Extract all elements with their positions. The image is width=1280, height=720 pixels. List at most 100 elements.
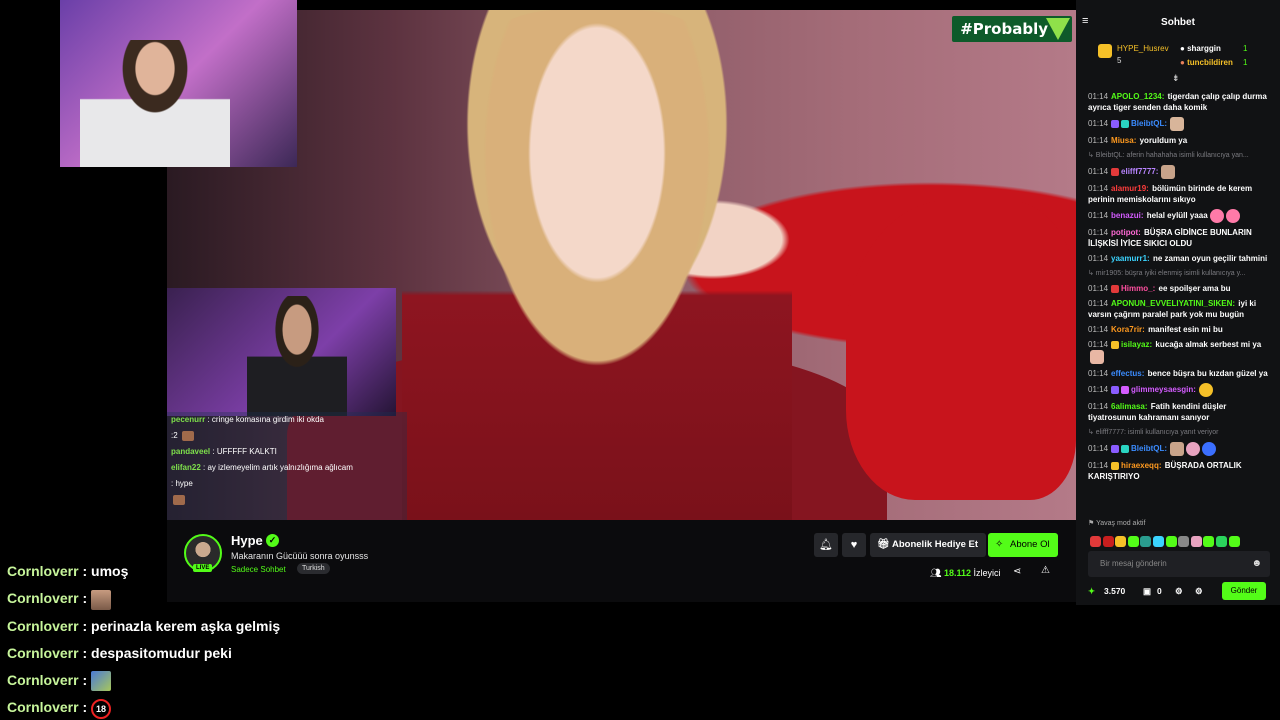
subscriber-badge-icon [1111,340,1120,349]
chat-settings-icon[interactable]: ⚙ [1195,586,1203,597]
send-button[interactable]: Gönder [1222,582,1266,600]
video-chat-line: pecenurr : cringe komasına girdim iki ok… [171,415,324,424]
viewers-icon: 👥︎ [930,568,942,578]
emote-icon [181,430,194,441]
points-icon[interactable]: ✦ [1088,586,1095,597]
chat-message: 01:14 yaamurr1: ne zaman oyun geçilir tah… [1088,254,1268,263]
subscriber-badge-icon [1111,284,1120,293]
emoji-icon[interactable]: ☻ [1251,551,1262,577]
chat-message: 01:14 alamur19: bölümün birinde de kerem … [1088,184,1253,204]
verified-icon: ✓ [266,534,279,547]
language-tag[interactable]: Turkish [297,563,330,574]
overlay-chat-line: Cornloverr : umoş [7,563,129,579]
webcam-person [80,40,230,167]
emote-icon [1170,117,1185,131]
emote-icon [1178,536,1190,548]
chat-reply-notice: ↳ BleibtQL: aferin hahahaha isimli kulla… [1088,152,1249,159]
gift-icon: 🎁︎ [877,539,890,550]
emote-icon [1090,536,1101,548]
emote-icon [1186,442,1201,456]
chat-reply-notice: ↳ elifff7777: isimli kullanıcıya yanıt v… [1088,429,1219,436]
chat-messages: 01:14 APOLO_1234: tigerdan çalıp çalıp du… [1076,90,1280,485]
subscriber-badge-icon [1111,168,1120,176]
chat-message: 01:14 effectus: bence büşra bu kızdan güz… [1088,369,1268,378]
settings-gear-icon[interactable]: ⚙ [1175,586,1183,597]
emote-icon [1225,209,1240,223]
emote-icon [1203,536,1215,548]
star-icon: ✧ [995,539,1004,550]
emote-icon [1102,536,1114,548]
age-restriction-icon: 18 [91,698,112,719]
subscriber-badge-icon [1111,120,1120,128]
chat-message: 01:14 BleibtQL: [1076,441,1280,459]
chat-message: 01:14 APONUN_EVVELIYATINI_SIKEN: iyi ki v… [1088,299,1257,319]
points-count: 3.570 [1104,586,1126,596]
streamer-name[interactable]: Hype [231,533,263,548]
subscribe-button[interactable]: ✧ Abone Ol [988,533,1058,557]
gifter-badge-icon [1121,386,1130,394]
chat-message: 01:14 potipot: BÜŞRA GİDİNCE BUNLARIN İLİ… [1088,228,1252,248]
emote-picker-row[interactable] [1090,533,1241,551]
overlay-chat-line: Cornloverr : [7,585,280,612]
emote-icon [1165,536,1177,548]
gift-box-icon[interactable]: ▣ [1143,586,1151,597]
chat-message: 01:14 APOLO_1234: tigerdan çalıp çalıp du… [1088,92,1267,112]
pinned-arrow-icon[interactable]: ⇟ [1172,73,1180,84]
chat-message: 01:14 6alimasa: Fatih kendini düşler tiya… [1088,402,1227,422]
chat-leaderboard: HYPE_Husrev 5 ● sharggin 1 ● tuncbildire… [1076,40,1280,72]
share-icon[interactable]: ⋖ [1013,566,1021,577]
bell-icon: 🔔︎ [819,539,833,551]
video-chat-line: :2 [167,428,407,444]
chat-message: 01:14 benazui: helal eylüll yaaa [1076,208,1280,226]
emote-icon [1209,209,1224,223]
video-chat-line: pandaveel : UFFFFF KALKTI [171,447,277,456]
secondary-webcam [167,288,396,416]
moderator-badge-icon [1121,445,1130,453]
slow-mode-notice: ⚑ Yavaş mod aktif [1088,520,1146,527]
leader-icon: ● [1180,58,1185,67]
notification-bell-button[interactable]: 🔔︎ [814,533,838,557]
overlay-chat: Cornloverr : umoş Cornloverr : Cornlover… [7,558,280,720]
emote-icon [1190,536,1202,548]
overlay-chat-line: Cornloverr : 18 [7,694,280,720]
video-subject [402,10,792,520]
gift-leader-icon [1098,44,1112,58]
video-chat-line: : hype [171,479,193,488]
overlay-chat-line: Cornloverr : despasitomudur peki [7,644,232,661]
chat-title: Sohbet [1161,17,1195,28]
chat-message: 01:14 elifff7777: [1076,164,1280,182]
video-chat-line: elifan22 : ay izlemeyelim artık yalnızlı… [171,463,353,472]
chat-message: 01:14 Kora7rir: manifest esin mi bu [1088,325,1223,334]
in-video-chat-overlay: pecenurr : cringe komasına girdim iki ok… [167,412,407,520]
streamer-webcam [60,0,297,167]
follow-heart-button[interactable]: ♥ [842,533,866,557]
chat-message: 01:14 Miusa: yoruldum ya [1088,136,1188,145]
slow-mode-icon: ⚑ [1088,520,1095,527]
chat-header: ≡ Sohbet [1076,0,1280,40]
gifts-count: 0 [1157,586,1162,596]
warning-icon[interactable]: ⚠ [1041,565,1050,576]
chat-message: 01:14 BleibtQL: [1076,116,1280,134]
emote-icon [1152,536,1164,548]
moderator-badge-icon [1121,120,1130,128]
stream-info-bar: LIVE Hype ✓ Makaranın Gücüüü sonra oyuns… [167,520,1076,602]
emote-icon [1170,442,1185,456]
chat-reply-notice: ↳ mir1905: büşra iyiki elenmiş isimli ku… [1088,270,1246,277]
chat-message-input[interactable]: Bir mesaj gönderin ☻ [1088,551,1270,577]
chat-message: 01:14 Himmo_: ee spoilşer ama bu [1088,284,1231,293]
viewer-count: 👥︎ 18.112 İzleyici [930,568,1001,578]
chat-message: 01:14 hiraexeqq: BÜŞRADA ORTALIK KARIŞTIR… [1088,461,1242,481]
chat-panel: ≡ Sohbet HYPE_Husrev 5 ● sharggin 1 ● tu… [1076,0,1280,605]
chat-footer: ✦ 3.570 ▣ 0 ⚙ ⚙ Gönder [1088,582,1270,602]
emote-icon [1161,165,1176,179]
channel-watermark: #Probably [952,16,1072,42]
leader-icon: ● [1180,44,1185,53]
emote-map-image [91,671,112,692]
subscriber-badge-icon [1111,461,1120,470]
video-chat-line [167,492,407,508]
emote-face-image [91,589,112,610]
emote-icon [1127,536,1139,548]
gift-subscription-button[interactable]: 🎁︎ Abonelik Hediye Et [870,533,987,557]
subscriber-badge-icon [1111,386,1120,394]
subscriber-badge-icon [1111,445,1120,453]
